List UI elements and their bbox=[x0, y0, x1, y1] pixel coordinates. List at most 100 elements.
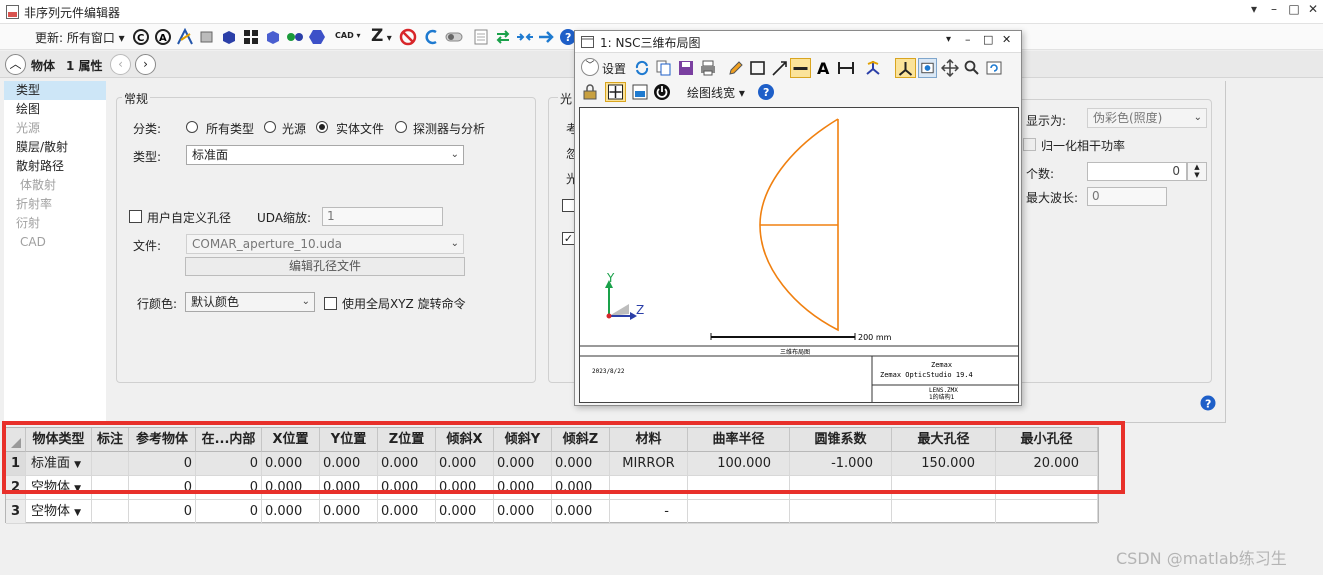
layout-canvas[interactable]: Y Z 200 mm 三维布局图 2023/8/22 Zemax Zemax O… bbox=[579, 107, 1019, 403]
y-position-cell[interactable]: 0.000 bbox=[320, 500, 378, 524]
pan-icon[interactable] bbox=[941, 59, 959, 77]
layout-window-maximize-button[interactable]: □ bbox=[983, 33, 993, 46]
window-layout-icon[interactable] bbox=[631, 83, 649, 101]
lock-icon[interactable] bbox=[581, 83, 599, 101]
uda-scale-input[interactable]: 1 bbox=[322, 207, 443, 226]
grid-icon[interactable] bbox=[242, 28, 260, 46]
conic-cell[interactable] bbox=[790, 500, 892, 524]
help-icon[interactable]: ? bbox=[1200, 395, 1216, 411]
text-icon[interactable]: A bbox=[815, 59, 833, 77]
table-row[interactable]: 3 空物体 ▼ 0 0 0.000 0.000 0.000 0.000 0.00… bbox=[6, 500, 1098, 524]
tilt-y-cell[interactable]: 0.000 bbox=[494, 500, 552, 524]
rectangle-icon[interactable] bbox=[749, 59, 767, 77]
toggle-icon[interactable] bbox=[445, 28, 463, 46]
close-button[interactable]: ✕ bbox=[1303, 2, 1323, 20]
nav-item-scatter-path[interactable]: 散射路径 bbox=[4, 157, 106, 176]
layout-window-minimize-button[interactable]: – bbox=[965, 33, 971, 46]
cad-dropdown[interactable]: CAD ▾ bbox=[335, 31, 361, 40]
settings-button[interactable]: 设置 bbox=[602, 60, 626, 77]
nav-item-diffraction[interactable]: 衍射 bbox=[4, 214, 106, 233]
row-color-select[interactable]: 默认颜色 ⌄ bbox=[185, 292, 315, 312]
radio-detector[interactable] bbox=[395, 121, 407, 133]
view-mode-icon[interactable] bbox=[918, 58, 937, 78]
rotate-view-icon[interactable] bbox=[864, 59, 882, 77]
window-menu-button[interactable]: ▾ bbox=[1244, 2, 1264, 20]
ref-object-cell[interactable]: 0 bbox=[129, 500, 196, 524]
dimension-icon[interactable] bbox=[837, 59, 855, 77]
type-select[interactable]: 标准面 ⌄ bbox=[186, 145, 464, 165]
save-icon[interactable] bbox=[677, 59, 695, 77]
nav-item-source[interactable]: 光源 bbox=[4, 119, 106, 138]
nav-item-type[interactable]: 类型 bbox=[4, 81, 106, 100]
axes-icon[interactable] bbox=[895, 58, 916, 78]
hexagon-icon[interactable] bbox=[308, 28, 326, 46]
pencil-icon[interactable] bbox=[727, 59, 745, 77]
next-object-button[interactable]: › bbox=[135, 54, 156, 75]
row-number[interactable]: 3 bbox=[6, 500, 26, 524]
global-xyz-checkbox[interactable] bbox=[324, 297, 337, 310]
radio-solid[interactable] bbox=[316, 121, 328, 133]
max-wave-input[interactable]: 0 bbox=[1087, 187, 1167, 206]
collapse-settings-button[interactable]: ﹀ bbox=[581, 58, 599, 76]
nav-item-volume-scatter[interactable]: 体散射 bbox=[4, 176, 106, 195]
undo-icon[interactable] bbox=[423, 28, 441, 46]
collapse-button[interactable]: ︿ bbox=[5, 54, 26, 75]
update-dropdown[interactable]: 更新: 所有窗口 ▾ bbox=[35, 29, 125, 46]
uda-checkbox[interactable] bbox=[129, 210, 142, 223]
row-color-value: 默认颜色 bbox=[191, 295, 240, 309]
file-select[interactable]: COMAR_aperture_10.uda ⌄ bbox=[186, 234, 464, 254]
chevron-down-icon: ⌄ bbox=[1193, 112, 1202, 123]
shaded-model-icon[interactable] bbox=[264, 28, 282, 46]
display-select[interactable]: 伪彩色(照度) ⌄ bbox=[1087, 108, 1207, 128]
layout-window-close-button[interactable]: ✕ bbox=[1002, 33, 1011, 46]
radio-source[interactable] bbox=[264, 121, 276, 133]
layout-icon[interactable] bbox=[198, 28, 216, 46]
dots-icon[interactable] bbox=[286, 28, 304, 46]
radius-cell[interactable] bbox=[688, 500, 790, 524]
update-icon[interactable] bbox=[633, 59, 651, 77]
help-icon[interactable]: ? bbox=[757, 83, 775, 101]
max-aperture-cell[interactable] bbox=[892, 500, 996, 524]
inside-of-cell[interactable]: 0 bbox=[196, 500, 262, 524]
x-position-cell[interactable]: 0.000 bbox=[262, 500, 320, 524]
nav-item-index[interactable]: 折射率 bbox=[4, 195, 106, 214]
nav-item-coating-scatter[interactable]: 膜层/散射 bbox=[4, 138, 106, 157]
ray-trace-icon[interactable] bbox=[176, 28, 194, 46]
line-width-dropdown[interactable]: 绘图线宽 ▾ bbox=[687, 84, 745, 101]
radio-all-types[interactable] bbox=[186, 121, 198, 133]
refresh-a-icon[interactable]: A bbox=[154, 28, 172, 46]
expand-icon[interactable] bbox=[516, 28, 534, 46]
edit-aperture-button[interactable]: 编辑孔径文件 bbox=[185, 257, 465, 276]
arrow-right-icon[interactable] bbox=[538, 28, 556, 46]
nav-item-cad[interactable]: CAD bbox=[4, 233, 106, 252]
tilt-z-cell[interactable]: 0.000 bbox=[552, 500, 610, 524]
normalize-checkbox[interactable] bbox=[1023, 138, 1036, 151]
z-position-cell[interactable]: 0.000 bbox=[378, 500, 436, 524]
material-cell[interactable]: - bbox=[610, 500, 688, 524]
reset-view-icon[interactable] bbox=[985, 59, 1003, 77]
comment-cell[interactable] bbox=[92, 500, 129, 524]
print-icon[interactable] bbox=[699, 59, 717, 77]
stop-icon[interactable] bbox=[399, 28, 417, 46]
nav-item-draw[interactable]: 绘图 bbox=[4, 100, 106, 119]
maximize-button[interactable]: □ bbox=[1284, 2, 1304, 20]
count-spinner[interactable]: ▲ ▼ bbox=[1187, 162, 1207, 181]
z-dropdown[interactable]: Z ▾ bbox=[371, 26, 392, 46]
fit-window-icon[interactable] bbox=[605, 82, 626, 102]
layout-window-menu-button[interactable]: ▾ bbox=[946, 34, 951, 45]
minimize-button[interactable]: – bbox=[1264, 2, 1284, 20]
count-input[interactable]: 0 bbox=[1087, 162, 1187, 181]
line-arrow-icon[interactable] bbox=[771, 59, 789, 77]
min-aperture-cell[interactable] bbox=[996, 500, 1098, 524]
previous-object-button[interactable]: ‹ bbox=[110, 54, 131, 75]
refresh-c-icon[interactable]: C bbox=[132, 28, 150, 46]
copy-icon[interactable] bbox=[655, 59, 673, 77]
swap-icon[interactable] bbox=[494, 28, 512, 46]
tilt-x-cell[interactable]: 0.000 bbox=[436, 500, 494, 524]
cube-icon[interactable] bbox=[220, 28, 238, 46]
power-icon[interactable] bbox=[653, 83, 671, 101]
object-type-cell[interactable]: 空物体 ▼ bbox=[26, 500, 92, 524]
line-width-icon[interactable] bbox=[790, 58, 811, 78]
zoom-icon[interactable] bbox=[963, 59, 981, 77]
document-icon[interactable] bbox=[472, 28, 490, 46]
